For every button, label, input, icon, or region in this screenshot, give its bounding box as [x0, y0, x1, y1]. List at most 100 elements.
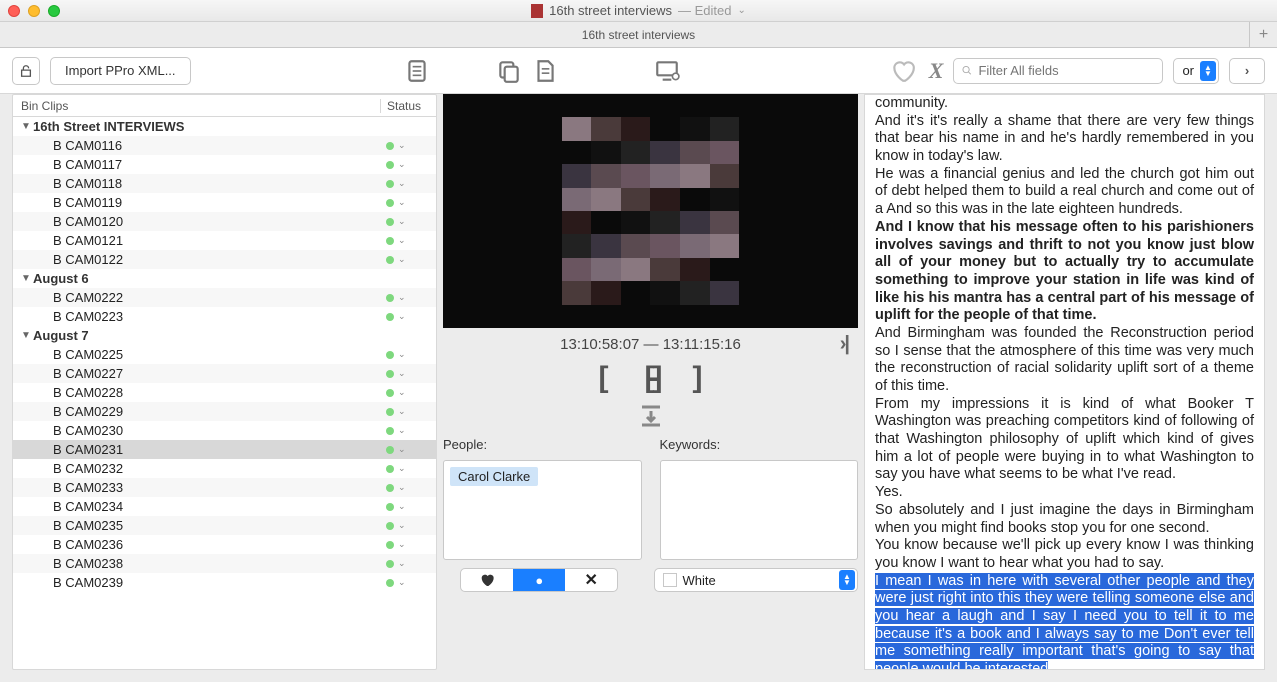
- chevron-down-icon[interactable]: ⌄: [398, 178, 406, 189]
- clip-row[interactable]: B CAM0118⌄: [13, 174, 436, 193]
- chevron-down-icon[interactable]: ⌄: [398, 444, 406, 455]
- transcript-line[interactable]: So absolutely and I just imagine the day…: [865, 502, 1264, 537]
- chevron-down-icon[interactable]: ⌄: [398, 159, 406, 170]
- clip-row[interactable]: B CAM0121⌄: [13, 231, 436, 250]
- clip-row[interactable]: B CAM0232⌄: [13, 459, 436, 478]
- clip-row[interactable]: B CAM0233⌄: [13, 478, 436, 497]
- import-button[interactable]: Import PPro XML...: [50, 57, 191, 85]
- chevron-down-icon[interactable]: ⌄: [398, 520, 406, 531]
- favorite-icon[interactable]: [887, 55, 919, 87]
- chevron-down-icon[interactable]: ⌄: [398, 539, 406, 550]
- color-label-select[interactable]: White ▲▼: [654, 568, 859, 592]
- copy-icon[interactable]: [493, 55, 525, 87]
- status-dot: [386, 484, 394, 492]
- rating-toggle[interactable]: ● ✕: [460, 568, 618, 592]
- select-arrows-icon: ▲▼: [839, 570, 855, 590]
- transcript-line[interactable]: And I know that his message often to his…: [865, 219, 1264, 325]
- title-dropdown-icon[interactable]: ⌄: [737, 5, 745, 16]
- minimize-window-button[interactable]: [28, 5, 40, 17]
- clip-row[interactable]: B CAM0236⌄: [13, 535, 436, 554]
- document-icon-tool[interactable]: [529, 55, 561, 87]
- keywords-field[interactable]: [660, 460, 859, 560]
- people-field[interactable]: Carol Clarke: [443, 460, 642, 560]
- chevron-down-icon[interactable]: ⌄: [398, 387, 406, 398]
- transcript-line[interactable]: And it's it's really a shame that there …: [865, 113, 1264, 166]
- person-tag[interactable]: Carol Clarke: [450, 467, 538, 486]
- bin-list[interactable]: ▼16th Street INTERVIEWSB CAM0116⌄B CAM01…: [13, 117, 436, 669]
- chevron-down-icon[interactable]: ⌄: [398, 254, 406, 265]
- clip-row[interactable]: B CAM0227⌄: [13, 364, 436, 383]
- bin-panel: Bin Clips Status ▼16th Street INTERVIEWS…: [12, 94, 437, 670]
- tab-title[interactable]: 16th street interviews: [0, 28, 1277, 42]
- transcript-line[interactable]: He was a financial genius and led the ch…: [865, 166, 1264, 219]
- status-dot: [386, 294, 394, 302]
- chevron-down-icon[interactable]: ⌄: [398, 235, 406, 246]
- chevron-down-icon[interactable]: ⌄: [398, 425, 406, 436]
- chevron-down-icon[interactable]: ⌄: [398, 140, 406, 151]
- transcript-line[interactable]: Yes.: [865, 484, 1264, 502]
- chevron-down-icon[interactable]: ⌄: [398, 482, 406, 493]
- chevron-down-icon[interactable]: ⌄: [398, 577, 406, 588]
- lock-button[interactable]: [12, 57, 40, 85]
- transcript-line[interactable]: And Birmingham was founded the Reconstru…: [865, 325, 1264, 396]
- video-viewer[interactable]: [443, 94, 858, 328]
- transcript-line[interactable]: I mean I was in here with several other …: [865, 573, 1264, 670]
- next-button[interactable]: ›: [1229, 58, 1265, 84]
- search-input[interactable]: [978, 63, 1154, 78]
- chevron-down-icon[interactable]: ⌄: [398, 463, 406, 474]
- neutral-toggle[interactable]: ●: [513, 569, 565, 591]
- status-dot: [386, 503, 394, 511]
- chevron-down-icon[interactable]: ⌄: [398, 558, 406, 569]
- zoom-window-button[interactable]: [48, 5, 60, 17]
- clip-row[interactable]: B CAM0239⌄: [13, 573, 436, 592]
- filter-mode-select[interactable]: or ▲▼: [1173, 58, 1219, 84]
- status-dot: [386, 541, 394, 549]
- chevron-down-icon[interactable]: ⌄: [398, 501, 406, 512]
- insert-icon[interactable]: [443, 403, 858, 429]
- chevron-down-icon[interactable]: ⌄: [398, 406, 406, 417]
- clip-row[interactable]: B CAM0235⌄: [13, 516, 436, 535]
- clip-row[interactable]: B CAM0225⌄: [13, 345, 436, 364]
- skip-forward-icon[interactable]: ›|: [840, 333, 848, 356]
- close-window-button[interactable]: [8, 5, 20, 17]
- chevron-down-icon[interactable]: ⌄: [398, 368, 406, 379]
- bin-group[interactable]: ▼August 6: [13, 269, 436, 288]
- clip-row[interactable]: B CAM0230⌄: [13, 421, 436, 440]
- chevron-down-icon[interactable]: ⌄: [398, 349, 406, 360]
- mark-out-button[interactable]: ]: [692, 361, 702, 395]
- mark-clip-button[interactable]: [-]: [645, 361, 657, 395]
- clip-row[interactable]: B CAM0117⌄: [13, 155, 436, 174]
- status-dot: [386, 351, 394, 359]
- mark-in-button[interactable]: [: [599, 361, 609, 395]
- clip-row[interactable]: B CAM0228⌄: [13, 383, 436, 402]
- chevron-down-icon[interactable]: ⌄: [398, 197, 406, 208]
- clip-row[interactable]: B CAM0231⌄: [13, 440, 436, 459]
- reject-icon[interactable]: X: [929, 58, 944, 84]
- clip-row[interactable]: B CAM0119⌄: [13, 193, 436, 212]
- clip-row[interactable]: B CAM0122⌄: [13, 250, 436, 269]
- clip-row[interactable]: B CAM0229⌄: [13, 402, 436, 421]
- column-clips[interactable]: Bin Clips: [13, 99, 380, 113]
- clip-row[interactable]: B CAM0234⌄: [13, 497, 436, 516]
- status-dot: [386, 313, 394, 321]
- clip-row[interactable]: B CAM0223⌄: [13, 307, 436, 326]
- transcript-panel[interactable]: community. And it's it's really a shame …: [864, 94, 1265, 670]
- reject-toggle[interactable]: ✕: [565, 569, 617, 591]
- transcript-line[interactable]: community.: [865, 95, 1264, 113]
- clip-row[interactable]: B CAM0222⌄: [13, 288, 436, 307]
- monitor-icon[interactable]: [651, 55, 683, 87]
- chevron-down-icon[interactable]: ⌄: [398, 216, 406, 227]
- bin-group[interactable]: ▼August 7: [13, 326, 436, 345]
- clip-row[interactable]: B CAM0116⌄: [13, 136, 436, 155]
- clip-row[interactable]: B CAM0120⌄: [13, 212, 436, 231]
- transcript-line[interactable]: From my impressions it is kind of what B…: [865, 396, 1264, 484]
- column-status[interactable]: Status: [380, 99, 436, 113]
- chevron-down-icon[interactable]: ⌄: [398, 311, 406, 322]
- bin-group[interactable]: ▼16th Street INTERVIEWS: [13, 117, 436, 136]
- transcript-line[interactable]: You know because we'll pick up every kno…: [865, 537, 1264, 572]
- clipboard-icon[interactable]: [401, 55, 433, 87]
- heart-toggle[interactable]: [461, 569, 513, 591]
- clip-row[interactable]: B CAM0238⌄: [13, 554, 436, 573]
- chevron-down-icon[interactable]: ⌄: [398, 292, 406, 303]
- search-field[interactable]: [953, 58, 1163, 84]
